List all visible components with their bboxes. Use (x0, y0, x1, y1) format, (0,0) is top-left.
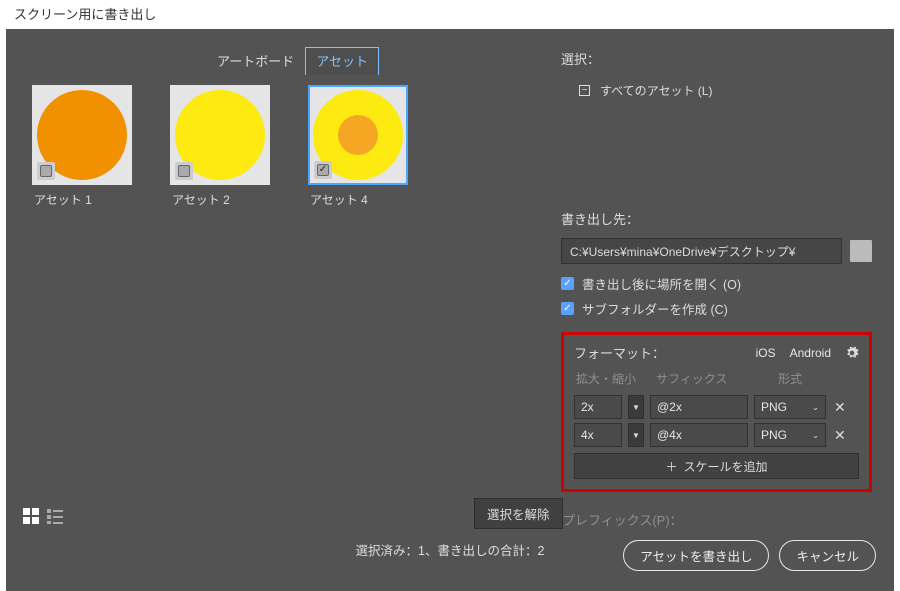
asset-checkbox[interactable] (314, 161, 332, 179)
scale-value[interactable]: 4x (574, 423, 622, 447)
chevron-down-icon: ⌄ (812, 403, 819, 412)
asset-grid: アセット 1 アセット 2 (30, 81, 555, 208)
asset-label: アセット 4 (308, 191, 416, 208)
asset-thumb[interactable] (32, 85, 132, 185)
collapse-icon[interactable]: − (579, 85, 590, 96)
add-scale-label: スケールを追加 (684, 458, 768, 475)
destination-path-input[interactable] (561, 238, 842, 264)
select-all-assets[interactable]: すべてのアセット (L) (600, 82, 712, 99)
grid-view-icon[interactable] (22, 507, 40, 525)
deselect-button[interactable]: 選択を解除 (474, 498, 563, 529)
asset-item[interactable]: アセット 2 (170, 85, 278, 208)
scale-dropdown-icon[interactable]: ▼ (628, 423, 644, 447)
plus-icon: ＋ (665, 458, 677, 475)
remove-row-icon[interactable]: ✕ (832, 399, 848, 416)
tab-artboards[interactable]: アートボード (206, 47, 305, 75)
destination-label: 書き出し先： (561, 209, 872, 228)
export-button[interactable]: アセットを書き出し (623, 540, 769, 571)
format-label: フォーマット： (574, 343, 665, 362)
asset-checkbox[interactable] (37, 162, 55, 180)
window-title: スクリーン用に書き出し (0, 0, 900, 29)
chevron-down-icon: ▼ (632, 431, 640, 440)
asset-checkbox[interactable] (175, 162, 193, 180)
chevron-down-icon: ⌄ (812, 431, 819, 440)
format-select[interactable]: PNG ⌄ (754, 423, 826, 447)
create-subfolder-checkbox[interactable] (561, 302, 574, 315)
scale-value[interactable]: 2x (574, 395, 622, 419)
bottom-bar: 選択を解除 プレフィックス(P)： 選択済み：1、書き出しの合計：2 アセットを… (6, 509, 894, 591)
asset-item[interactable]: アセット 4 (308, 85, 416, 208)
format-tab-android[interactable]: Android (790, 346, 831, 360)
gear-icon[interactable] (845, 346, 859, 360)
col-suffix: サフィックス (656, 370, 768, 387)
asset-label: アセット 1 (32, 191, 140, 208)
open-after-label: 書き出し後に場所を開く (O) (582, 274, 741, 293)
suffix-input[interactable]: @2x (650, 395, 748, 419)
remove-row-icon[interactable]: ✕ (832, 427, 848, 444)
folder-icon[interactable] (850, 240, 872, 262)
add-scale-button[interactable]: ＋ スケールを追加 (574, 453, 859, 479)
scale-row: 4x ▼ @4x PNG ⌄ ✕ (574, 423, 859, 447)
tabs: アートボード アセット (30, 47, 555, 75)
col-format: 形式 (778, 370, 848, 387)
asset-item[interactable]: アセット 1 (32, 85, 140, 208)
chevron-down-icon: ▼ (632, 403, 640, 412)
format-select[interactable]: PNG ⌄ (754, 395, 826, 419)
asset-thumb[interactable] (170, 85, 270, 185)
export-dialog: アートボード アセット アセット 1 (6, 29, 894, 591)
format-panel: フォーマット： iOS Android 拡大・縮小 サフィックス 形式 2x ▼ (561, 332, 872, 492)
scale-dropdown-icon[interactable]: ▼ (628, 395, 644, 419)
open-after-checkbox[interactable] (561, 277, 574, 290)
list-view-icon[interactable] (46, 507, 64, 525)
cancel-button[interactable]: キャンセル (779, 540, 876, 571)
prefix-label: プレフィックス(P)： (562, 510, 683, 529)
selection-label: 選択： (561, 49, 872, 68)
scale-row: 2x ▼ @2x PNG ⌄ ✕ (574, 395, 859, 419)
suffix-input[interactable]: @4x (650, 423, 748, 447)
format-value: PNG (761, 428, 787, 442)
format-value: PNG (761, 400, 787, 414)
format-tab-ios[interactable]: iOS (756, 346, 776, 360)
asset-label: アセット 2 (170, 191, 278, 208)
asset-thumb[interactable] (308, 85, 408, 185)
create-subfolder-label: サブフォルダーを作成 (C) (582, 299, 728, 318)
tab-assets[interactable]: アセット (305, 47, 379, 75)
col-scale: 拡大・縮小 (576, 370, 646, 387)
